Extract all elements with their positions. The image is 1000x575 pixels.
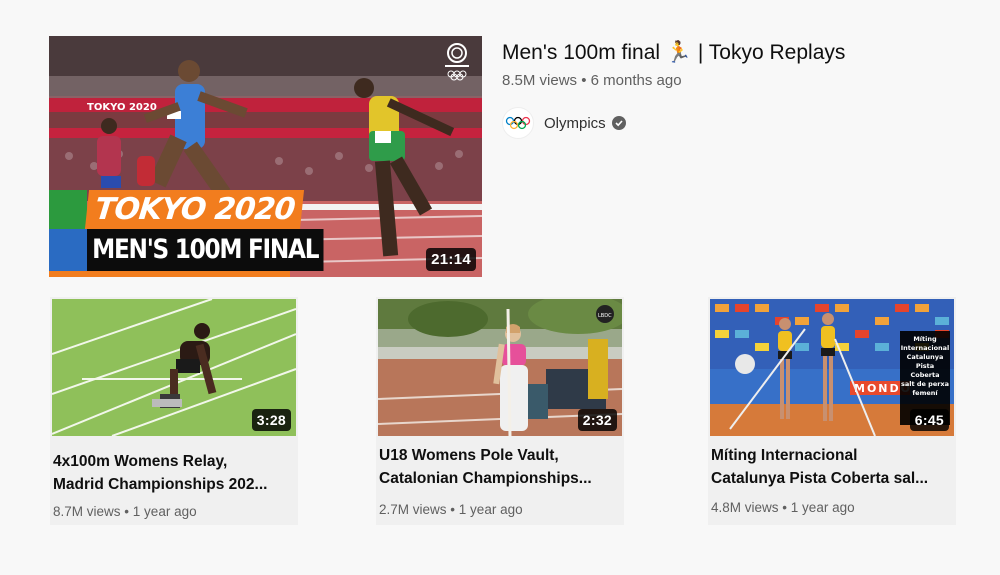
video-card[interactable]: 3:28 4x100m Womens Relay, Madrid Champio… [50, 297, 298, 525]
video-title[interactable]: 4x100m Womens Relay, Madrid Championship… [53, 450, 293, 496]
olympic-channel-badge [442, 42, 472, 82]
video-thumbnail[interactable]: MONDO Míting Internacional Catalunya Pis… [710, 299, 954, 436]
title-line-1: 4x100m Womens Relay, [53, 453, 228, 470]
overlay-text-line: Pista [916, 362, 934, 370]
overlay-text-line: femení [912, 389, 938, 397]
meta-separator: • [124, 504, 130, 519]
overlay-text-line: Coberta [911, 371, 940, 379]
view-count: 2.7M views [379, 502, 447, 517]
thumbnail-overlay-title: TOKYO 2020 MEN'S 100M FINAL [49, 190, 362, 277]
upload-age: 1 year ago [132, 504, 197, 519]
meta-separator: • [782, 500, 788, 515]
video-thumbnail[interactable]: LBDC 2:32 [378, 299, 622, 436]
featured-info: Men's 100m final 🏃 | Tokyo Replays 8.5M … [502, 40, 972, 139]
view-count: 4.8M views [711, 500, 779, 515]
video-title[interactable]: Míting Internacional Catalunya Pista Cob… [711, 444, 951, 490]
video-meta: 2.7M views • 1 year ago [379, 502, 523, 517]
overlay-line-2: MEN'S 100M FINAL [87, 229, 324, 271]
featured-thumbnail[interactable]: TOKYO 2020 TOKYO 2020 MEN'S 100M FINAL 2… [49, 36, 482, 277]
orange-bar [49, 271, 290, 277]
title-line-1: Míting Internacional [711, 447, 858, 464]
video-duration: 2:32 [577, 409, 617, 431]
featured-video: TOKYO 2020 TOKYO 2020 MEN'S 100M FINAL 2… [0, 0, 1000, 290]
title-line-2: Madrid Championships 202... [53, 476, 268, 493]
video-title[interactable]: U18 Womens Pole Vault, Catalonian Champi… [379, 444, 619, 490]
channel-avatar[interactable] [502, 107, 534, 139]
stadium-banner-text: TOKYO 2020 [87, 102, 157, 113]
upload-age: 1 year ago [458, 502, 523, 517]
video-meta: 8.5M views • 6 months ago [502, 72, 972, 89]
channel-row[interactable]: Olympics [502, 107, 972, 139]
video-title[interactable]: Men's 100m final 🏃 | Tokyo Replays [502, 40, 972, 66]
olympic-rings-icon [505, 116, 531, 130]
upload-age: 6 months ago [590, 72, 682, 89]
green-stripe [49, 190, 87, 229]
video-meta: 4.8M views • 1 year ago [711, 500, 855, 515]
overlay-text-line: Catalunya [907, 353, 944, 361]
view-count: 8.5M views [502, 72, 578, 89]
title-line-2: Catalunya Pista Coberta sal... [711, 470, 929, 487]
meta-separator: • [581, 72, 587, 89]
verified-check-icon [611, 116, 626, 130]
overlay-line-1: TOKYO 2020 [84, 190, 305, 229]
video-meta: 8.7M views • 1 year ago [53, 504, 197, 519]
olympic-rings-icon [445, 43, 469, 81]
view-count: 8.7M views [53, 504, 121, 519]
title-line-2: Catalonian Championships... [379, 470, 592, 487]
overlay-text-line: Míting [913, 335, 937, 343]
channel-name[interactable]: Olympics [544, 115, 606, 132]
overlay-text-line: salt de perxa [901, 380, 949, 388]
meta-separator: • [450, 502, 456, 517]
video-thumbnail[interactable]: 3:28 [52, 299, 296, 436]
video-card[interactable]: LBDC 2:32 U18 Womens Pole Vault, Catalon… [376, 297, 624, 525]
upload-age: 1 year ago [790, 500, 855, 515]
title-line-1: U18 Womens Pole Vault, [379, 447, 559, 464]
overlay-text-line: Internacional [901, 344, 950, 352]
svg-text:LBDC: LBDC [598, 313, 612, 319]
video-duration: 6:45 [909, 409, 949, 431]
blue-stripe [49, 229, 87, 271]
video-duration: 3:28 [251, 409, 291, 431]
video-card[interactable]: MONDO Míting Internacional Catalunya Pis… [708, 297, 956, 525]
video-duration: 21:14 [426, 248, 476, 271]
